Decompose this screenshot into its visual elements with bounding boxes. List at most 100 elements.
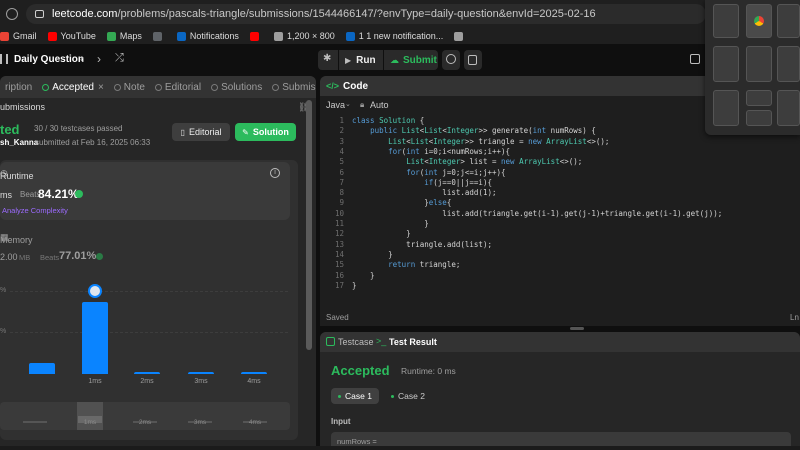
bug-icon: ✱	[323, 53, 332, 64]
submitter-name[interactable]: sh_Kanna	[0, 138, 38, 147]
alarm-icon	[446, 54, 456, 64]
prev-question-icon[interactable]: ‹	[80, 52, 84, 66]
y-tick-label: %	[0, 287, 7, 294]
panel-resize-handle[interactable]	[570, 327, 584, 330]
submission-panel: ription Accepted × Note Editorial Solutions Su…	[0, 76, 316, 450]
distribution-bar[interactable]	[188, 372, 214, 374]
bookmark-favicon-icon	[0, 31, 9, 41]
distribution-bar[interactable]	[134, 372, 160, 374]
shuffle-icon[interactable]: ⤮	[115, 52, 124, 65]
case-1-button[interactable]: Case 1	[331, 388, 379, 404]
snap-tile-4[interactable]	[713, 46, 739, 82]
code-line: list.add(1);	[352, 188, 497, 198]
distribution-bar[interactable]	[241, 372, 267, 374]
back-to-submissions[interactable]: ubmissions	[0, 102, 45, 112]
address-bar[interactable]: leetcode.com/problems/pascals-triangle/s…	[26, 4, 706, 24]
bookmark-item[interactable]: Gmail	[0, 31, 37, 41]
bookmark-item[interactable]	[249, 31, 263, 41]
snap-tile-9[interactable]	[746, 110, 772, 126]
line-number: 13	[334, 239, 344, 249]
snap-tile-7[interactable]	[713, 90, 739, 126]
tab-2[interactable]: Note	[109, 76, 150, 98]
test-result-tab[interactable]: Test Result	[389, 337, 437, 347]
code-line: triangle.add(list);	[352, 239, 492, 249]
runtime-beats-badge-icon	[75, 190, 83, 198]
snap-tile-6[interactable]	[777, 46, 800, 82]
code-line: for(int j=0;j<=i;j++){	[406, 167, 506, 177]
snap-tile-1[interactable]	[713, 4, 739, 38]
history-icon	[272, 83, 280, 91]
bookmark-item[interactable]: Maps	[106, 31, 142, 41]
info-icon[interactable]: i	[270, 168, 280, 178]
code-tab[interactable]: Code	[343, 81, 368, 92]
tab-label: Solutions	[221, 81, 263, 93]
tab-3[interactable]: Editorial	[150, 76, 206, 98]
editorial-button[interactable]: ▯ Editorial	[172, 123, 230, 141]
timer-button[interactable]	[442, 50, 460, 70]
case-2-button[interactable]: Case 2	[384, 388, 432, 404]
submit-button[interactable]: ☁ Submit	[384, 50, 438, 70]
bookmark-item[interactable]: 1 1 new notification...	[345, 31, 443, 41]
snap-tile-5[interactable]	[746, 46, 772, 82]
memory-beats-badge-icon	[96, 253, 103, 260]
saved-status: Saved	[326, 313, 349, 322]
runtime-distribution-chart: %% 1ms 2ms 3ms 4ms	[0, 284, 298, 394]
line-number: 3	[339, 136, 344, 146]
snap-tile-10[interactable]	[777, 90, 800, 126]
url-path: /problems/pascals-triangle/submissions/1…	[117, 8, 596, 20]
bookmarks-bar: Gmail YouTube Maps Notifications 1,200 × 800…	[0, 28, 800, 44]
next-question-icon[interactable]: ›	[97, 52, 101, 66]
distribution-bar[interactable]	[29, 363, 55, 374]
snap-tile-8[interactable]	[746, 90, 772, 106]
snap-tile-3[interactable]	[777, 4, 800, 38]
testcase-tab[interactable]: Testcase	[338, 337, 374, 347]
tab-0[interactable]: ription	[0, 76, 37, 98]
debug-button[interactable]: ✱	[318, 50, 338, 70]
code-editor[interactable]: 1 class Solution {2 public List<List<Inte…	[320, 116, 800, 306]
run-button[interactable]: ▶ Run	[339, 50, 383, 70]
notes-button[interactable]	[464, 50, 482, 70]
tab-1[interactable]: Accepted ×	[37, 76, 109, 98]
language-select[interactable]: Java	[326, 100, 345, 110]
bookmark-item[interactable]: YouTube	[47, 31, 96, 41]
distribution-overview-slider[interactable]: 1ms 2ms 3ms 4ms	[0, 402, 290, 430]
left-tab-bar: ription Accepted × Note Editorial Solutions Su…	[0, 76, 316, 98]
bookmark-item[interactable]	[152, 31, 166, 41]
code-line: list.add(triangle.get(i-1).get(j-1)+tria…	[352, 208, 723, 218]
code-line: }	[352, 249, 393, 259]
tab-5[interactable]: Submission	[267, 76, 316, 98]
bookmark-favicon-icon	[249, 31, 259, 41]
user-avatar-marker	[88, 284, 102, 298]
bookmark-label: Gmail	[13, 31, 37, 41]
snap-layouts-flyout	[705, 0, 800, 135]
close-tab-icon[interactable]: ×	[98, 82, 104, 93]
problem-list-icon[interactable]	[0, 54, 8, 64]
distribution-bar[interactable]	[82, 302, 108, 374]
memory-label: Memory	[0, 235, 33, 245]
bookmark-item[interactable]: Notifications	[176, 31, 239, 41]
runtime-box[interactable]: ◷ Runtime i ms Beats 84.21% Analyze Comp…	[0, 162, 290, 220]
overview-label: 3ms	[193, 419, 207, 426]
edit-icon: ✎	[242, 127, 249, 137]
overview-bar	[23, 421, 47, 423]
cursor-position: Ln	[790, 313, 799, 322]
site-settings-icon[interactable]	[35, 10, 44, 18]
book-icon	[154, 83, 162, 91]
layout-icon[interactable]	[690, 54, 700, 64]
checkbox-icon	[326, 337, 335, 346]
auto-mode-label[interactable]: Auto	[370, 100, 389, 110]
solution-button[interactable]: ✎ Solution	[235, 123, 296, 141]
analyze-complexity-link[interactable]: Analyze Complexity	[2, 206, 68, 215]
page-info-icon[interactable]	[6, 8, 18, 20]
bookmark-item[interactable]	[454, 31, 467, 41]
bookmark-item[interactable]: 1,200 × 800	[273, 31, 335, 41]
line-number: 16	[334, 270, 344, 280]
tab-4[interactable]: Solutions	[206, 76, 267, 98]
left-scrollbar[interactable]	[306, 100, 312, 350]
tab-label: Editorial	[164, 81, 202, 93]
snap-tile-2-active[interactable]	[746, 4, 772, 38]
code-line: return triangle;	[388, 260, 461, 270]
runtime-beats: 84.21%	[38, 187, 79, 201]
line-number: 2	[339, 126, 344, 136]
daily-question-title[interactable]: Daily Question	[14, 54, 84, 65]
